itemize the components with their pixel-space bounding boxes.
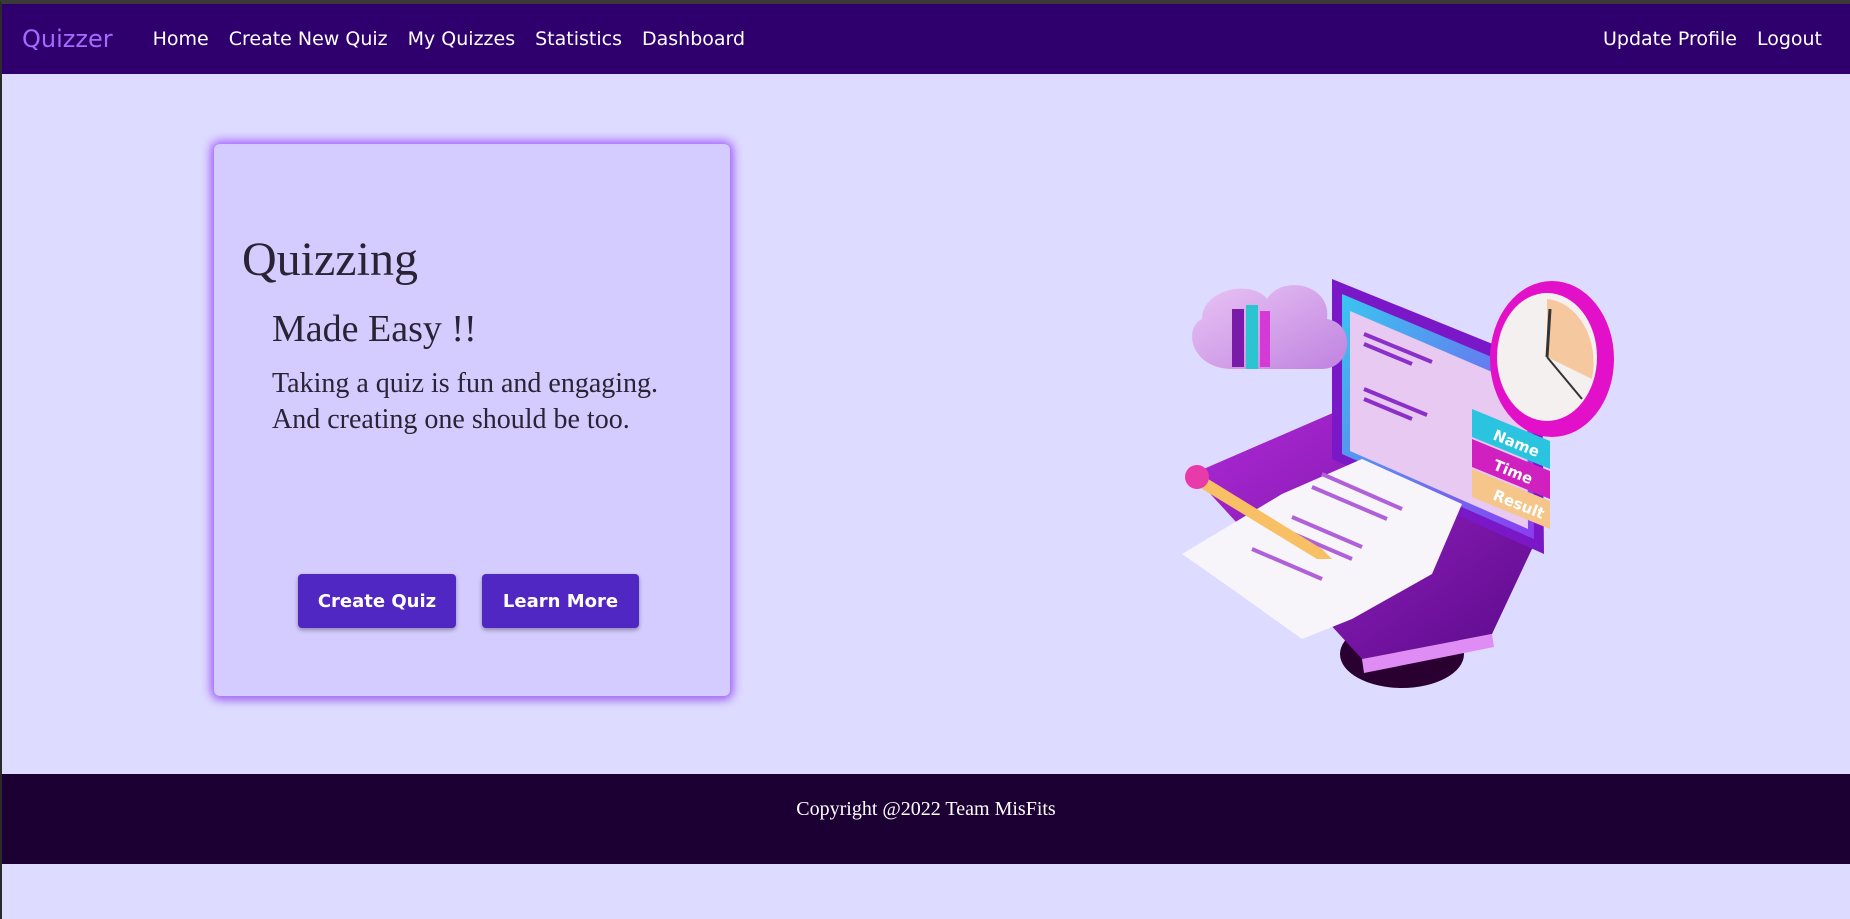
cloud-books-icon	[1192, 285, 1348, 369]
hero-description-line-2: And creating one should be too.	[272, 404, 630, 435]
nav-link-logout[interactable]: Logout	[1747, 28, 1832, 50]
nav-left-links: Home Create New Quiz My Quizzes Statisti…	[143, 28, 755, 50]
nav-link-create-new-quiz[interactable]: Create New Quiz	[219, 28, 398, 50]
nav-link-update-profile[interactable]: Update Profile	[1593, 28, 1747, 50]
learn-more-button[interactable]: Learn More	[482, 574, 639, 628]
create-quiz-button[interactable]: Create Quiz	[298, 574, 456, 628]
nav-link-dashboard[interactable]: Dashboard	[632, 28, 755, 50]
hero-title: Quizzing	[242, 233, 418, 286]
quiz-laptop-illustration: Name Time Result	[1182, 279, 1614, 688]
clock-icon	[1490, 281, 1614, 437]
nav-link-statistics[interactable]: Statistics	[525, 28, 632, 50]
brand-logo-link[interactable]: Quizzer	[22, 25, 113, 53]
navbar: Quizzer Home Create New Quiz My Quizzes …	[2, 4, 1850, 74]
nav-link-home[interactable]: Home	[143, 28, 219, 50]
hero-subtitle: Made Easy !!	[272, 308, 477, 350]
hero-description: Taking a quiz is fun and engaging. And c…	[272, 366, 658, 438]
footer-copyright: Copyright @2022 Team MisFits	[796, 798, 1056, 820]
hero-card: Quizzing Made Easy !! Taking a quiz is f…	[214, 144, 730, 696]
nav-right-links: Update Profile Logout	[1593, 28, 1832, 50]
nav-link-my-quizzes[interactable]: My Quizzes	[398, 28, 526, 50]
hero-description-line-1: Taking a quiz is fun and engaging.	[272, 368, 659, 399]
footer: Copyright @2022 Team MisFits	[2, 774, 1850, 864]
